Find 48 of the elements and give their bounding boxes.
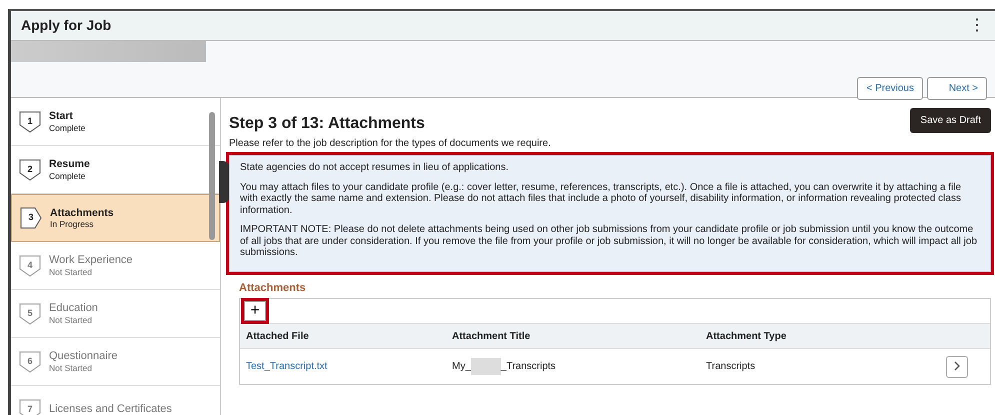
step-item[interactable]: 4 Work Experience Not Started <box>11 242 220 290</box>
save-draft-button[interactable]: Save as Draft <box>910 108 991 133</box>
step-item[interactable]: 5 Education Not Started <box>11 290 220 338</box>
step-label: Questionnaire <box>49 350 118 363</box>
step-item[interactable]: 6 Questionnaire Not Started <box>11 338 220 386</box>
step-label: Attachments <box>50 206 114 220</box>
column-header: Attached File <box>245 330 310 344</box>
step-number: 2 <box>19 158 41 180</box>
step-status: In Progress <box>50 219 94 230</box>
step-label: Education <box>49 302 98 315</box>
column-header: Attachment Type <box>706 330 788 344</box>
chevron-icon <box>953 361 961 372</box>
step-status: Not Started <box>49 267 93 278</box>
title-text: My_ <box>452 361 471 372</box>
step-number: 6 <box>19 350 41 372</box>
step-item[interactable]: 3 Attachments In Progress <box>11 194 220 242</box>
step-item[interactable]: 7 Licenses and Certificates <box>11 386 220 415</box>
next-button[interactable]: Next > <box>927 77 987 100</box>
step-label: Work Experience <box>49 254 133 267</box>
step-label: Start <box>49 110 74 123</box>
intro-text: Please refer to the job description for the types of documents we require. <box>229 137 552 151</box>
step-status: Not Started <box>49 315 93 326</box>
step-number: 4 <box>19 254 41 276</box>
step-label: Licenses and Certificates <box>49 402 172 415</box>
step-number: 7 <box>19 398 41 415</box>
chevron-button[interactable] <box>946 356 968 378</box>
collapse-handle[interactable] <box>219 161 229 203</box>
menu-icon[interactable]: ⋮ <box>969 14 985 38</box>
add-button[interactable]: + <box>244 301 266 321</box>
notice-text: IMPORTANT NOTE: Please do not delete attachments being used on other job submissions from your candidate profile or job submission until you know the outcome of all jobs that are under consideration. If you remove the file from your profile or job submission, it will no longer be available for consideration, which will impact all job submissions. <box>240 224 978 258</box>
step-label: Resume <box>49 158 90 171</box>
section-title: Attachments <box>239 280 307 296</box>
step-number: 5 <box>19 302 41 324</box>
redaction-block <box>470 358 501 375</box>
file-link[interactable]: Test_Transcript.txt <box>246 361 328 372</box>
notice-text: You may attach files to your candidate profile (e.g.: cover letter, resume, references, transcripts, etc.). Once a file is attached, you can overwrite it by attaching a file with exactly the same name and extension. Please do not attach files that include a photo of yourself, disability information, or information revealing protected class information. <box>240 182 962 216</box>
window-title: Apply for Job <box>21 16 112 36</box>
previous-button[interactable]: < Previous <box>857 77 923 100</box>
step-number: 3 <box>20 207 42 229</box>
step-status: Complete <box>49 122 86 133</box>
page-heading: Step 3 of 13: Attachments <box>229 114 425 134</box>
column-header: Attachment Title <box>452 330 532 344</box>
table-cell-text: Transcripts <box>706 360 756 374</box>
notice-text: State agencies do not accept resumes in lieu of applications. <box>240 162 510 174</box>
step-status: Not Started <box>49 363 93 374</box>
title-text: _Transcripts <box>500 361 556 372</box>
step-number: 1 <box>19 110 41 132</box>
step-status: Complete <box>49 170 86 181</box>
